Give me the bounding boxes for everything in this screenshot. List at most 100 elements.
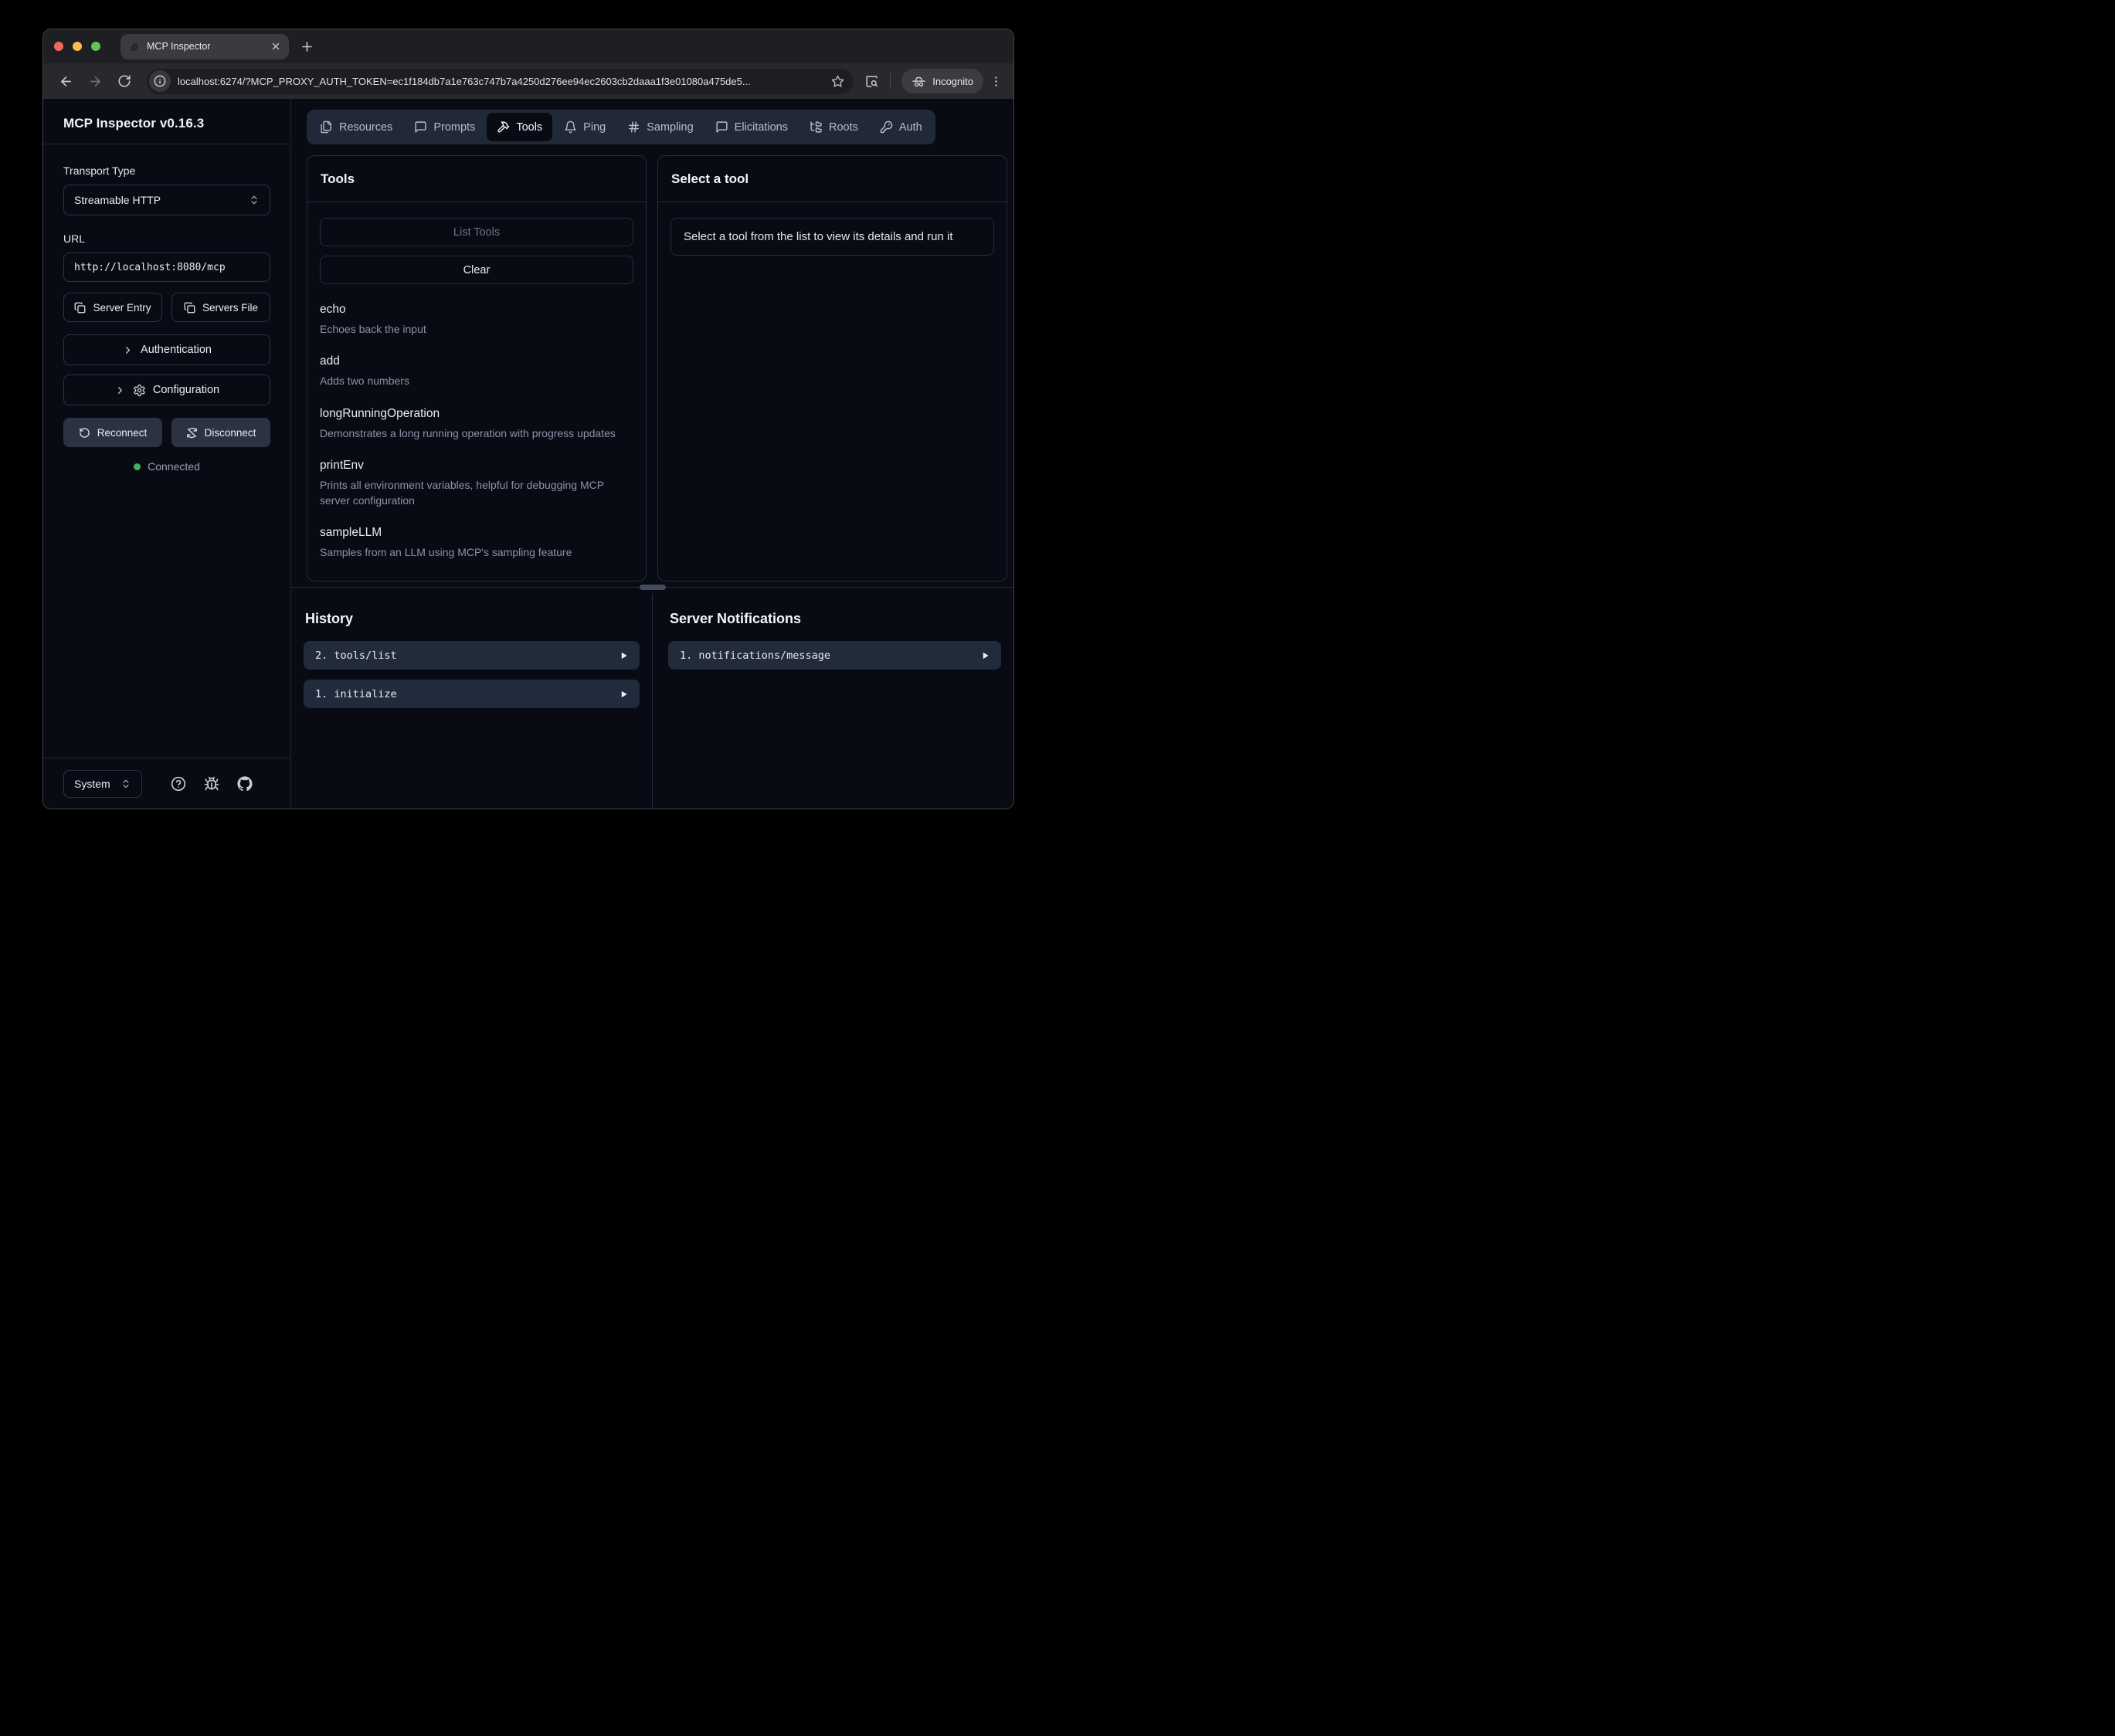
history-entry[interactable]: 2. tools/list — [304, 641, 640, 670]
tab-sampling[interactable]: Sampling — [617, 113, 703, 141]
incognito-icon — [912, 74, 926, 89]
servers-file-label: Servers File — [202, 302, 258, 314]
servers-file-button[interactable]: Servers File — [171, 293, 270, 322]
server-entry-button[interactable]: Server Entry — [63, 293, 162, 322]
reload-button[interactable] — [113, 70, 136, 93]
authentication-expander[interactable]: Authentication — [63, 334, 270, 365]
browser-toolbar: localhost:6274/?MCP_PROXY_AUTH_TOKEN=ec1… — [43, 63, 1013, 99]
tab-label: Auth — [899, 121, 922, 134]
tool-name: sampleLLM — [320, 526, 633, 540]
clear-tools-button[interactable]: Clear — [320, 256, 633, 284]
minimize-window-button[interactable] — [73, 42, 82, 51]
theme-select[interactable]: System — [63, 770, 142, 798]
configuration-expander[interactable]: Configuration — [63, 375, 270, 405]
sidebar-body: Transport Type Streamable HTTP URL http:… — [43, 144, 290, 758]
server-notifications-title: Server Notifications — [670, 611, 1001, 627]
disconnect-button[interactable]: Disconnect — [171, 418, 270, 447]
server-entry-label: Server Entry — [93, 302, 151, 314]
expand-play-icon[interactable] — [981, 651, 990, 660]
main-content: ResourcesPromptsToolsPingSamplingElicita… — [291, 99, 1013, 809]
transport-type-label: Transport Type — [63, 164, 270, 177]
key-icon — [880, 120, 893, 134]
tab-favicon-icon — [128, 41, 140, 53]
status-dot — [134, 463, 141, 470]
tool-name: add — [320, 354, 633, 368]
tool-name: echo — [320, 303, 633, 317]
url-text[interactable]: localhost:6274/?MCP_PROXY_AUTH_TOKEN=ec1… — [178, 76, 831, 87]
tab-ping[interactable]: Ping — [554, 113, 616, 141]
splitter-grip-handle[interactable] — [640, 585, 666, 590]
message-square-icon — [414, 120, 427, 134]
tool-description: Samples from an LLM using MCP's sampling… — [320, 544, 633, 560]
server-notifications-panel: Server Notifications 1. notifications/me… — [652, 594, 1013, 809]
tab-label: Sampling — [647, 121, 693, 134]
copy-icon — [74, 302, 86, 314]
browser-window: MCP Inspector localhost:6274/?MCP_PROXY_… — [42, 29, 1014, 809]
horizontal-splitter[interactable] — [291, 581, 1013, 594]
tab-tools[interactable]: Tools — [487, 113, 552, 141]
reconnect-button[interactable]: Reconnect — [63, 418, 162, 447]
chevrons-up-down-icon — [249, 195, 260, 205]
server-url-input[interactable]: http://localhost:8080/mcp — [63, 253, 270, 282]
list-tools-button[interactable]: List Tools — [320, 218, 633, 246]
tab-elicitations[interactable]: Elicitations — [705, 113, 798, 141]
entry-label: 1. notifications/message — [680, 649, 830, 662]
tab-auth[interactable]: Auth — [870, 113, 932, 141]
transport-type-select[interactable]: Streamable HTTP — [63, 185, 270, 215]
browser-tab[interactable]: MCP Inspector — [121, 34, 289, 59]
chevrons-up-down-icon — [121, 778, 131, 789]
back-button[interactable] — [54, 70, 77, 93]
bell-icon — [564, 120, 577, 134]
message-square-icon — [715, 120, 728, 134]
server-url-value: http://localhost:8080/mcp — [74, 262, 226, 273]
tab-close-icon[interactable] — [270, 41, 281, 52]
forward-button[interactable] — [83, 70, 107, 93]
expand-play-icon[interactable] — [620, 651, 628, 660]
empty-selection-message: Select a tool from the list to view its … — [670, 218, 994, 256]
history-entry[interactable]: 1. initialize — [304, 680, 640, 708]
tools-panel: Tools List Tools Clear echoEchoes back t… — [307, 155, 647, 581]
tool-list-item[interactable]: printEnvPrints all environment variables… — [320, 459, 633, 509]
bookmark-star-icon[interactable] — [831, 75, 844, 88]
gear-icon — [133, 384, 146, 397]
incognito-label: Incognito — [932, 76, 973, 87]
configuration-label: Configuration — [153, 384, 219, 396]
theme-select-value: System — [74, 778, 110, 790]
tab-roots[interactable]: Roots — [799, 113, 868, 141]
address-bar[interactable]: localhost:6274/?MCP_PROXY_AUTH_TOKEN=ec1… — [147, 69, 854, 94]
maximize-window-button[interactable] — [91, 42, 100, 51]
entry-label: 2. tools/list — [315, 649, 397, 662]
search-tabs-icon[interactable] — [864, 74, 879, 89]
bug-report-button[interactable] — [204, 776, 219, 792]
mcp-inspector-app: MCP Inspector v0.16.3 Transport Type Str… — [43, 99, 1013, 809]
entry-label: 1. initialize — [315, 688, 397, 700]
tool-details-panel: Select a tool Select a tool from the lis… — [657, 155, 1007, 581]
tool-list: echoEchoes back the input addAdds two num… — [320, 303, 633, 561]
history-panel: History 2. tools/list1. initialize — [291, 594, 652, 809]
refresh-icon — [79, 427, 90, 439]
sidebar-footer: System — [43, 758, 290, 809]
tab-title: MCP Inspector — [147, 41, 263, 52]
notification-entry[interactable]: 1. notifications/message — [668, 641, 1001, 670]
app-title: MCP Inspector v0.16.3 — [63, 116, 270, 131]
expand-play-icon[interactable] — [620, 690, 628, 699]
tool-list-item[interactable]: sampleLLM Samples from an LLM using MCP's… — [320, 526, 633, 560]
tab-label: Prompts — [433, 121, 475, 134]
tool-list-item[interactable]: longRunningOperationDemonstrates a long … — [320, 407, 633, 441]
help-button[interactable] — [171, 776, 186, 792]
tab-resources[interactable]: Resources — [310, 113, 402, 141]
tool-list-item[interactable]: addAdds two numbers — [320, 354, 633, 388]
tab-prompts[interactable]: Prompts — [404, 113, 485, 141]
site-info-icon[interactable] — [149, 70, 171, 92]
sidebar-header: MCP Inspector v0.16.3 — [43, 99, 290, 144]
tool-details-title: Select a tool — [658, 156, 1007, 202]
github-button[interactable] — [237, 776, 253, 792]
tools-panel-title: Tools — [307, 156, 646, 202]
browser-menu-button[interactable] — [990, 75, 1003, 88]
new-tab-button[interactable] — [300, 39, 314, 54]
tool-list-item[interactable]: echoEchoes back the input — [320, 303, 633, 337]
tab-label: Resources — [339, 121, 392, 134]
close-window-button[interactable] — [54, 42, 63, 51]
history-list: 2. tools/list 1. initialize — [304, 641, 640, 708]
tab-label: Roots — [829, 121, 858, 134]
